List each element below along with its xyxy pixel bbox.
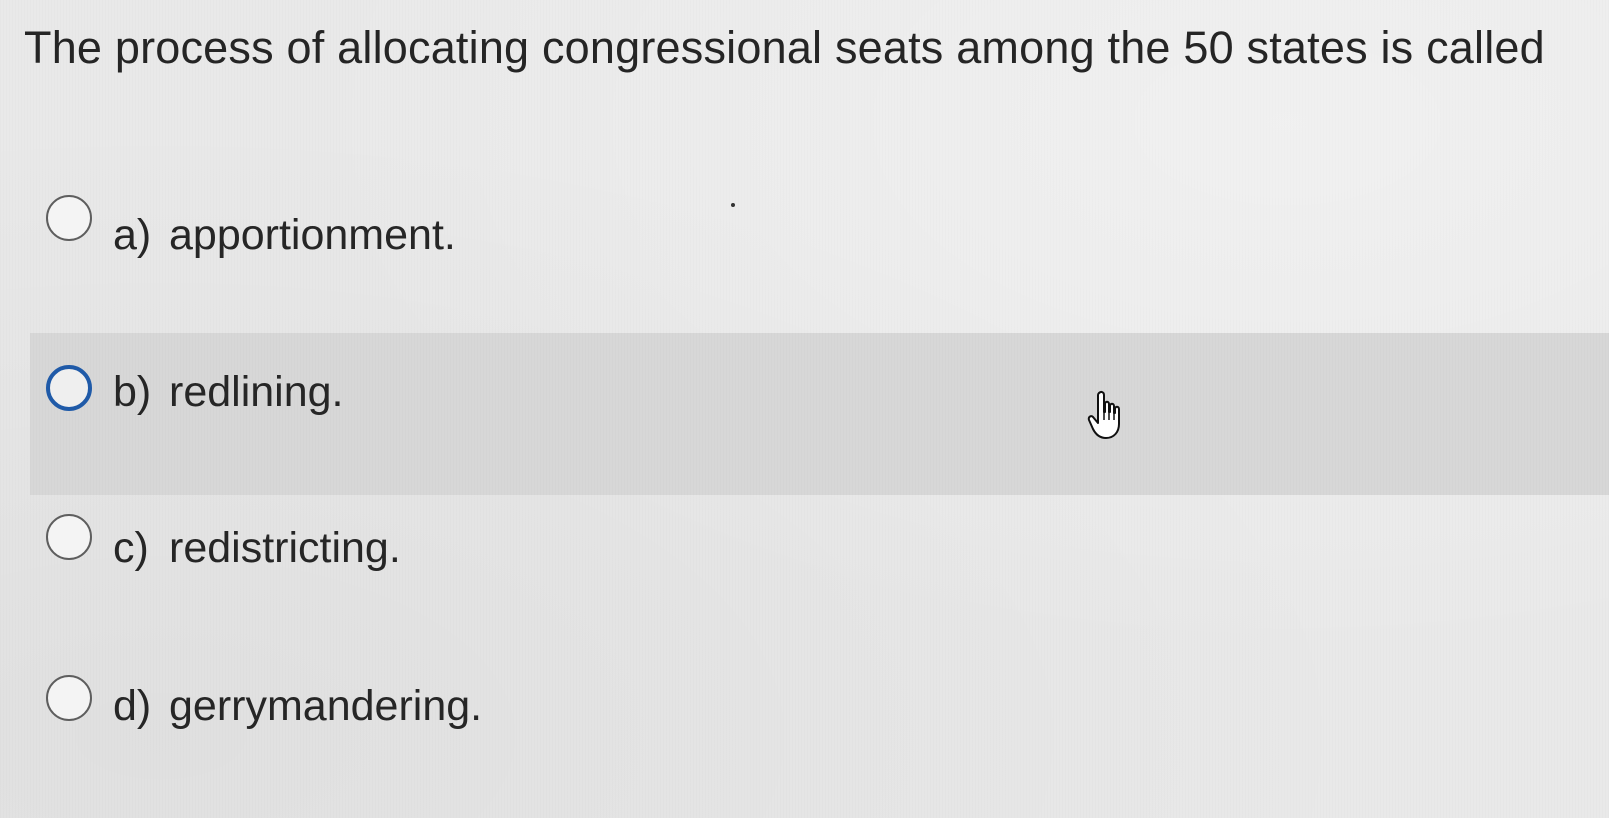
radio-d[interactable] bbox=[46, 675, 92, 721]
option-b-letter: b) bbox=[113, 368, 152, 416]
option-a-label[interactable]: a) apportionment. bbox=[113, 211, 456, 260]
radio-a[interactable] bbox=[46, 195, 92, 241]
radio-b[interactable] bbox=[46, 365, 92, 411]
option-d-label[interactable]: d) gerrymandering. bbox=[113, 682, 482, 731]
option-c[interactable]: c) redistricting. bbox=[30, 482, 1609, 644]
stray-dot bbox=[731, 203, 735, 207]
option-b-text: redlining. bbox=[169, 368, 344, 416]
option-c-letter: c) bbox=[113, 524, 149, 572]
option-c-text: redistricting. bbox=[169, 524, 401, 572]
radio-c[interactable] bbox=[46, 514, 92, 560]
option-a-text: apportionment. bbox=[169, 211, 456, 259]
answer-options: a) apportionment. b) redlining. c) redistri… bbox=[0, 0, 1609, 818]
option-b-label[interactable]: b) redlining. bbox=[113, 368, 344, 417]
option-d-letter: d) bbox=[113, 682, 152, 730]
option-c-label[interactable]: c) redistricting. bbox=[113, 524, 401, 573]
option-a[interactable]: a) apportionment. bbox=[30, 157, 1609, 319]
option-d-text: gerrymandering. bbox=[169, 682, 483, 730]
hand-pointer-icon bbox=[1087, 390, 1120, 439]
option-b[interactable]: b) redlining. bbox=[30, 333, 1609, 495]
option-a-letter: a) bbox=[113, 211, 152, 259]
option-d[interactable]: d) gerrymandering. bbox=[30, 640, 1609, 802]
